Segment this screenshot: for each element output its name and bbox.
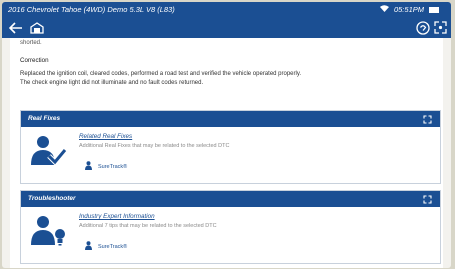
home-garage-icon[interactable] — [28, 19, 45, 36]
card-header-label: Real Fixes — [28, 115, 61, 122]
suretrack-icon — [85, 241, 92, 252]
correction-line-2: The check engine light did not illuminat… — [20, 80, 204, 86]
card-header-label: Troubleshooter — [28, 195, 76, 202]
correction-heading: Correction — [20, 57, 49, 64]
troubleshooter-card: Troubleshooter Industry Expert Informati… — [20, 190, 441, 264]
technician-lightbulb-icon — [31, 215, 67, 251]
card-header: Troubleshooter — [21, 191, 440, 207]
device-screen: 2016 Chevrolet Tahoe (4WD) Demo 5.3L V8 … — [2, 2, 451, 268]
industry-expert-link[interactable]: Industry Expert Information — [79, 213, 155, 220]
related-real-fixes-link[interactable]: Related Real Fixes — [79, 133, 132, 140]
shorted-text: shorted. — [20, 40, 42, 46]
correction-line-1: Replaced the ignition coil, cleared code… — [20, 71, 302, 77]
suretrack-label: SureTrack® — [98, 243, 128, 250]
correction-text: Replaced the ignition coil, cleared code… — [20, 70, 440, 88]
suretrack-label: SureTrack® — [98, 163, 128, 170]
suretrack-link[interactable]: SureTrack® — [85, 161, 127, 172]
status-bar: 2016 Chevrolet Tahoe (4WD) Demo 5.3L V8 … — [2, 2, 451, 17]
suretrack-icon — [85, 161, 92, 172]
expand-icon[interactable] — [432, 19, 449, 36]
status-indicators: 05:51PM — [379, 2, 439, 17]
vehicle-title: 2016 Chevrolet Tahoe (4WD) Demo 5.3L V8 … — [8, 5, 175, 14]
real-fixes-card: Real Fixes Related Real Fixes Additional… — [20, 110, 441, 184]
back-arrow-icon[interactable] — [7, 19, 24, 36]
clock-text: 05:51PM — [393, 5, 424, 14]
real-fixes-description: Additional Real Fixes that may be relate… — [79, 143, 230, 149]
toolbar — [2, 17, 451, 38]
troubleshooter-description: Additional 7 tips that may be related to… — [79, 223, 217, 229]
suretrack-link[interactable]: SureTrack® — [85, 241, 127, 252]
expand-card-icon[interactable] — [423, 195, 432, 211]
technician-check-icon — [31, 135, 67, 171]
content-panel: shorted. Correction Replaced the ignitio… — [10, 38, 443, 268]
battery-icon — [429, 6, 439, 13]
wifi-icon — [379, 2, 389, 17]
expand-card-icon[interactable] — [423, 115, 432, 131]
help-icon[interactable] — [414, 19, 431, 36]
card-header: Real Fixes — [21, 111, 440, 127]
